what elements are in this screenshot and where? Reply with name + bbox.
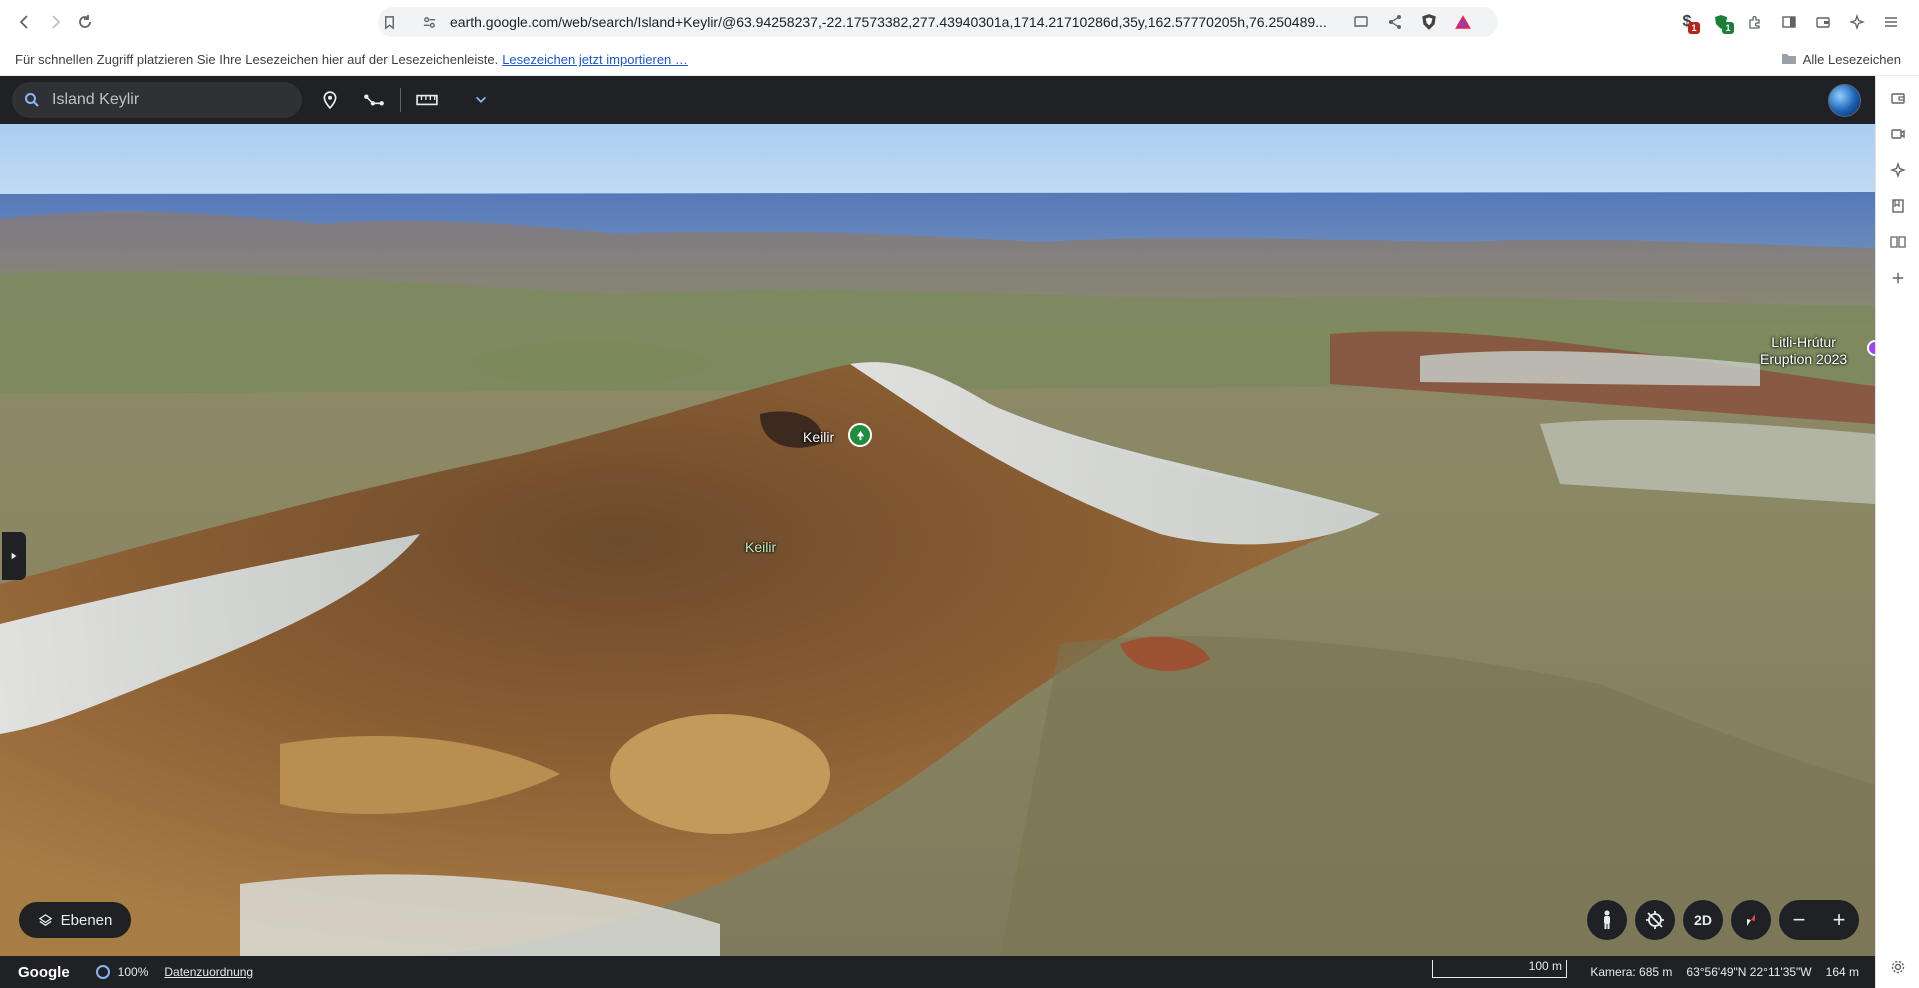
reload-icon: [79, 15, 91, 28]
reload-button[interactable]: [70, 7, 100, 37]
bookmarks-side-icon[interactable]: [1885, 193, 1911, 219]
layers-icon: [38, 913, 52, 926]
sidebar-toggle-icon[interactable]: [1775, 8, 1803, 36]
url-text[interactable]: earth.google.com/web/search/Island+Keyli…: [450, 14, 1340, 30]
back-button[interactable]: [10, 7, 40, 37]
all-bookmarks-button[interactable]: Alle Lesezeichen: [1781, 51, 1901, 67]
status-bar: Google 100% Datenzuordnung 100 m Kamera:…: [0, 956, 1875, 988]
add-side-icon[interactable]: [1885, 265, 1911, 291]
back-arrow-icon: [19, 15, 28, 29]
extension-badge: 1: [1688, 22, 1700, 34]
cast-icon[interactable]: [1348, 9, 1374, 35]
video-side-icon[interactable]: [1885, 121, 1911, 147]
expand-panel-button[interactable]: [2, 532, 26, 580]
earth-toolbar: [0, 76, 1875, 124]
compass-icon: [1747, 914, 1755, 926]
globe-account-avatar[interactable]: [1828, 84, 1861, 117]
chevron-down-icon[interactable]: [463, 82, 499, 118]
ai-sparkle-side-icon[interactable]: [1885, 157, 1911, 183]
reading-list-side-icon[interactable]: [1885, 229, 1911, 255]
pegman-icon: [1604, 910, 1610, 929]
extensions-puzzle-icon[interactable]: [1741, 8, 1769, 36]
placemark-pin-icon[interactable]: [312, 82, 348, 118]
share-icon[interactable]: [1382, 9, 1408, 35]
data-attribution-link[interactable]: Datenzuordnung: [164, 965, 253, 979]
folder-icon: [1781, 54, 1796, 64]
map-3d-view[interactable]: Keilir Keilir Litli-Hrútur Eruption 2023: [0, 124, 1875, 956]
site-info-icon[interactable]: [416, 15, 442, 30]
extensions-area: $ 1 1: [1673, 8, 1905, 36]
map-controls: 2D − +: [1587, 900, 1859, 940]
search-icon[interactable]: [12, 92, 52, 108]
eruption-label[interactable]: Litli-Hrútur Eruption 2023: [1760, 334, 1847, 368]
my-location-button[interactable]: [1635, 900, 1675, 940]
peak-label[interactable]: Keilir: [803, 429, 834, 446]
zoom-controls: − +: [1779, 900, 1859, 940]
render-percent: 100%: [117, 965, 149, 979]
loading-progress-icon: [95, 965, 110, 979]
zoom-out-button[interactable]: −: [1793, 907, 1806, 933]
wallet-icon[interactable]: [1809, 8, 1837, 36]
layers-label: Ebenen: [60, 911, 113, 929]
layers-button[interactable]: Ebenen: [19, 902, 131, 938]
brave-rewards-icon[interactable]: [1450, 9, 1476, 35]
scale-label: 100 m: [1528, 959, 1562, 973]
camera-info: Kamera: 685 m 63°56'49"N 22°11'35"W 164 …: [1590, 965, 1859, 979]
search-box[interactable]: [12, 82, 302, 118]
search-input[interactable]: [52, 91, 282, 109]
elevation-readout: 164 m: [1825, 965, 1859, 979]
url-actions: [1348, 9, 1476, 35]
bookmarks-hint-text: Für schnellen Zugriff platzieren Sie Ihr…: [15, 52, 499, 67]
terrain-render: [0, 124, 1875, 956]
settings-gear-icon[interactable]: [1885, 954, 1911, 980]
eruption-label-line2: Eruption 2023: [1760, 351, 1848, 367]
compass-button[interactable]: [1731, 900, 1771, 940]
address-bar[interactable]: earth.google.com/web/search/Island+Keyli…: [378, 7, 1498, 37]
scale-bar[interactable]: 100 m: [1432, 960, 1567, 978]
forward-button[interactable]: [40, 7, 70, 37]
import-bookmarks-link[interactable]: Lesezeichen jetzt importieren …: [502, 52, 688, 67]
chevron-right-icon: [11, 552, 17, 560]
extension-shield-icon[interactable]: 1: [1707, 8, 1735, 36]
zoom-in-button[interactable]: +: [1833, 907, 1846, 933]
toolbar-divider: [400, 88, 401, 112]
bookmarks-bar: Für schnellen Zugriff platzieren Sie Ihr…: [0, 44, 1919, 76]
extension-badge: 1: [1722, 22, 1734, 34]
google-earth-app: Keilir Keilir Litli-Hrútur Eruption 2023…: [0, 76, 1875, 988]
browser-toolbar: earth.google.com/web/search/Island+Keyli…: [0, 0, 1919, 44]
brave-shield-icon[interactable]: [1416, 9, 1442, 35]
menu-icon[interactable]: [1877, 8, 1905, 36]
draw-path-icon[interactable]: [356, 82, 392, 118]
street-view-pegman-button[interactable]: [1587, 900, 1627, 940]
extension-dollar-icon[interactable]: $ 1: [1673, 8, 1701, 36]
toggle-2d-button[interactable]: 2D: [1683, 900, 1723, 940]
measure-ruler-icon[interactable]: [409, 82, 445, 118]
forward-arrow-icon: [52, 15, 61, 29]
bookmark-star-icon[interactable]: [374, 15, 404, 30]
location-off-icon: [1646, 911, 1664, 929]
all-bookmarks-label: Alle Lesezeichen: [1802, 51, 1901, 67]
camera-altitude: Kamera: 685 m: [1590, 965, 1673, 979]
leo-ai-icon[interactable]: [1843, 8, 1871, 36]
coordinates-readout: 63°56'49"N 22°11'35"W: [1686, 965, 1812, 979]
tree-poi-icon[interactable]: [848, 423, 872, 447]
browser-side-panel: [1875, 76, 1919, 988]
eruption-label-line1: Litli-Hrútur: [1771, 334, 1836, 350]
wallet-side-icon[interactable]: [1885, 85, 1911, 111]
area-label[interactable]: Keilir: [745, 539, 776, 556]
google-logo: Google: [18, 963, 70, 981]
